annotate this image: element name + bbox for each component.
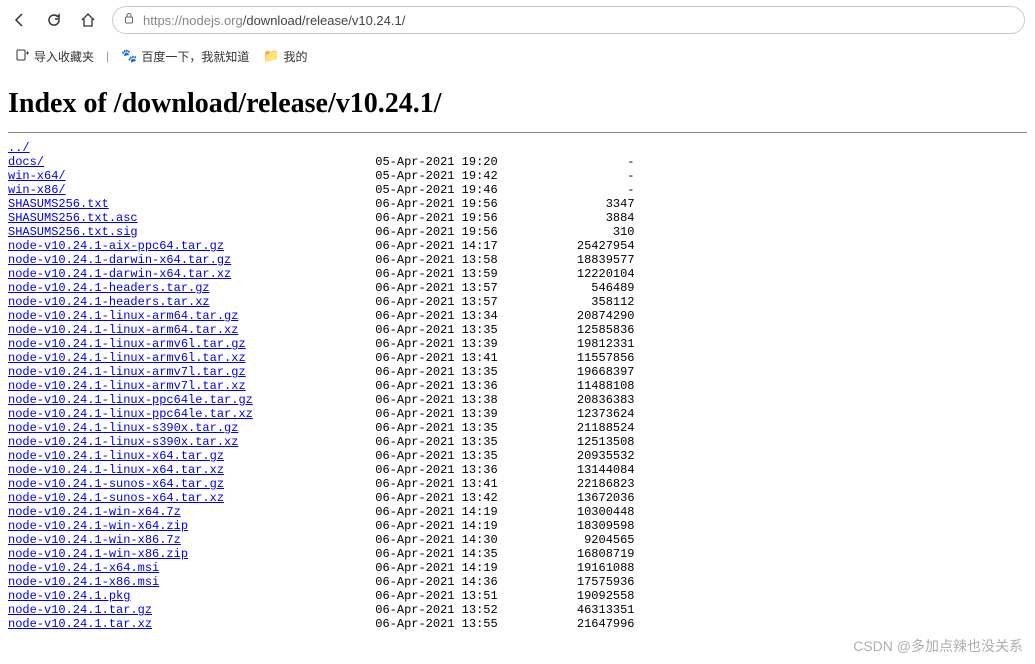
- file-meta: 06-Apr-2021 14:19 10300448: [181, 505, 635, 519]
- file-link[interactable]: node-v10.24.1.pkg: [8, 589, 130, 603]
- file-link[interactable]: node-v10.24.1-linux-ppc64le.tar.gz: [8, 393, 253, 407]
- file-meta: 06-Apr-2021 13:52 46313351: [152, 603, 634, 617]
- address-url: https://nodejs.org/download/release/v10.…: [143, 13, 405, 28]
- file-meta: 06-Apr-2021 14:30 9204565: [181, 533, 635, 547]
- home-icon: [80, 12, 96, 28]
- file-link[interactable]: SHASUMS256.txt.asc: [8, 211, 138, 225]
- file-meta: 06-Apr-2021 13:41 11557856: [246, 351, 635, 365]
- file-link[interactable]: SHASUMS256.txt.sig: [8, 225, 138, 239]
- file-meta: 06-Apr-2021 13:39 12373624: [253, 407, 635, 421]
- arrow-left-icon: [12, 12, 28, 28]
- star-plus-icon: [16, 48, 30, 65]
- page-content: Index of /download/release/v10.24.1/ ../…: [0, 72, 1035, 651]
- bookmarks-bar: 导入收藏夹 | 🐾 百度一下，我就知道 📁 我的: [0, 40, 1035, 72]
- file-meta: 06-Apr-2021 19:56 310: [138, 225, 635, 239]
- file-meta: 06-Apr-2021 13:38 20836383: [253, 393, 635, 407]
- file-link[interactable]: node-v10.24.1-linux-armv6l.tar.gz: [8, 337, 246, 351]
- file-meta: 05-Apr-2021 19:46 -: [66, 183, 635, 197]
- file-link[interactable]: node-v10.24.1-headers.tar.gz: [8, 281, 210, 295]
- folder-icon: 📁: [263, 48, 279, 64]
- file-link[interactable]: win-x86/: [8, 183, 66, 197]
- file-meta: 06-Apr-2021 13:57 358112: [210, 295, 635, 309]
- bookmark-baidu[interactable]: 🐾 百度一下，我就知道: [117, 46, 253, 67]
- refresh-icon: [46, 12, 62, 28]
- file-meta: 06-Apr-2021 13:35 20935532: [224, 449, 634, 463]
- refresh-button[interactable]: [44, 10, 64, 30]
- file-link[interactable]: node-v10.24.1-linux-s390x.tar.xz: [8, 435, 238, 449]
- file-meta: 06-Apr-2021 13:59 12220104: [231, 267, 634, 281]
- file-link[interactable]: node-v10.24.1-linux-s390x.tar.gz: [8, 421, 238, 435]
- file-meta: 05-Apr-2021 19:42 -: [66, 169, 635, 183]
- file-meta: 06-Apr-2021 14:35 16808719: [188, 547, 634, 561]
- directory-listing: ../ docs/ 05-Apr-2021 19:20 - win-x64/ 0…: [8, 141, 1027, 631]
- file-meta: 06-Apr-2021 13:57 546489: [210, 281, 635, 295]
- file-link[interactable]: node-v10.24.1-linux-arm64.tar.xz: [8, 323, 238, 337]
- file-meta: 06-Apr-2021 14:19 19161088: [159, 561, 634, 575]
- file-link[interactable]: node-v10.24.1-linux-armv7l.tar.xz: [8, 379, 246, 393]
- lock-icon: [123, 11, 135, 29]
- bookmark-mine[interactable]: 📁 我的: [259, 46, 311, 67]
- file-link[interactable]: node-v10.24.1-x86.msi: [8, 575, 159, 589]
- file-meta: 06-Apr-2021 13:39 19812331: [246, 337, 635, 351]
- file-meta: 06-Apr-2021 14:17 25427954: [224, 239, 634, 253]
- file-link[interactable]: node-v10.24.1-sunos-x64.tar.xz: [8, 491, 224, 505]
- baidu-paw-icon: 🐾: [121, 48, 137, 64]
- file-meta: 06-Apr-2021 19:56 3347: [109, 197, 635, 211]
- file-link[interactable]: node-v10.24.1-linux-x64.tar.xz: [8, 463, 224, 477]
- file-meta: 06-Apr-2021 13:42 13672036: [224, 491, 634, 505]
- file-link[interactable]: node-v10.24.1-linux-ppc64le.tar.xz: [8, 407, 253, 421]
- back-button[interactable]: [10, 10, 30, 30]
- file-link[interactable]: node-v10.24.1-linux-arm64.tar.gz: [8, 309, 238, 323]
- file-link[interactable]: node-v10.24.1-linux-armv6l.tar.xz: [8, 351, 246, 365]
- bookmark-mine-label: 我的: [284, 48, 308, 65]
- page-title: Index of /download/release/v10.24.1/: [8, 88, 1027, 120]
- file-link[interactable]: node-v10.24.1.tar.gz: [8, 603, 152, 617]
- file-meta: 06-Apr-2021 13:51 19092558: [130, 589, 634, 603]
- home-button[interactable]: [78, 10, 98, 30]
- file-meta: 06-Apr-2021 14:19 18309598: [188, 519, 634, 533]
- file-meta: 05-Apr-2021 19:20 -: [44, 155, 635, 169]
- file-link[interactable]: node-v10.24.1-aix-ppc64.tar.gz: [8, 239, 224, 253]
- file-link[interactable]: node-v10.24.1-x64.msi: [8, 561, 159, 575]
- file-meta: 06-Apr-2021 13:34 20874290: [238, 309, 634, 323]
- file-link[interactable]: node-v10.24.1-sunos-x64.tar.gz: [8, 477, 224, 491]
- file-link[interactable]: node-v10.24.1-linux-x64.tar.gz: [8, 449, 224, 463]
- file-meta: 06-Apr-2021 13:55 21647996: [152, 617, 634, 631]
- file-meta: 06-Apr-2021 14:36 17575936: [159, 575, 634, 589]
- file-link[interactable]: node-v10.24.1-win-x64.zip: [8, 519, 188, 533]
- file-meta: 06-Apr-2021 13:35 19668397: [246, 365, 635, 379]
- import-bookmarks-label: 导入收藏夹: [34, 48, 94, 65]
- horizontal-rule: [8, 132, 1027, 133]
- file-link[interactable]: node-v10.24.1-linux-armv7l.tar.gz: [8, 365, 246, 379]
- file-meta: 06-Apr-2021 13:36 13144084: [224, 463, 634, 477]
- file-link[interactable]: SHASUMS256.txt: [8, 197, 109, 211]
- file-link[interactable]: node-v10.24.1.tar.xz: [8, 617, 152, 631]
- import-bookmarks-button[interactable]: 导入收藏夹: [12, 46, 98, 67]
- bookmark-baidu-label: 百度一下，我就知道: [141, 48, 249, 65]
- bookmark-separator: |: [106, 49, 109, 63]
- file-meta: 06-Apr-2021 13:41 22186823: [224, 477, 634, 491]
- file-link[interactable]: node-v10.24.1-win-x86.7z: [8, 533, 181, 547]
- file-meta: 06-Apr-2021 13:58 18839577: [231, 253, 634, 267]
- file-link[interactable]: node-v10.24.1-darwin-x64.tar.gz: [8, 253, 231, 267]
- file-link[interactable]: node-v10.24.1-win-x86.zip: [8, 547, 188, 561]
- browser-toolbar: https://nodejs.org/download/release/v10.…: [0, 0, 1035, 40]
- file-link[interactable]: win-x64/: [8, 169, 66, 183]
- address-bar[interactable]: https://nodejs.org/download/release/v10.…: [112, 6, 1025, 34]
- file-link[interactable]: node-v10.24.1-win-x64.7z: [8, 505, 181, 519]
- file-meta: 06-Apr-2021 13:35 12585836: [238, 323, 634, 337]
- file-meta: 06-Apr-2021 13:35 12513508: [238, 435, 634, 449]
- file-meta: 06-Apr-2021 13:35 21188524: [238, 421, 634, 435]
- file-link[interactable]: node-v10.24.1-headers.tar.xz: [8, 295, 210, 309]
- file-link[interactable]: docs/: [8, 155, 44, 169]
- file-meta: 06-Apr-2021 19:56 3884: [138, 211, 635, 225]
- parent-directory-link[interactable]: ../: [8, 141, 30, 155]
- file-link[interactable]: node-v10.24.1-darwin-x64.tar.xz: [8, 267, 231, 281]
- file-meta: 06-Apr-2021 13:36 11488108: [246, 379, 635, 393]
